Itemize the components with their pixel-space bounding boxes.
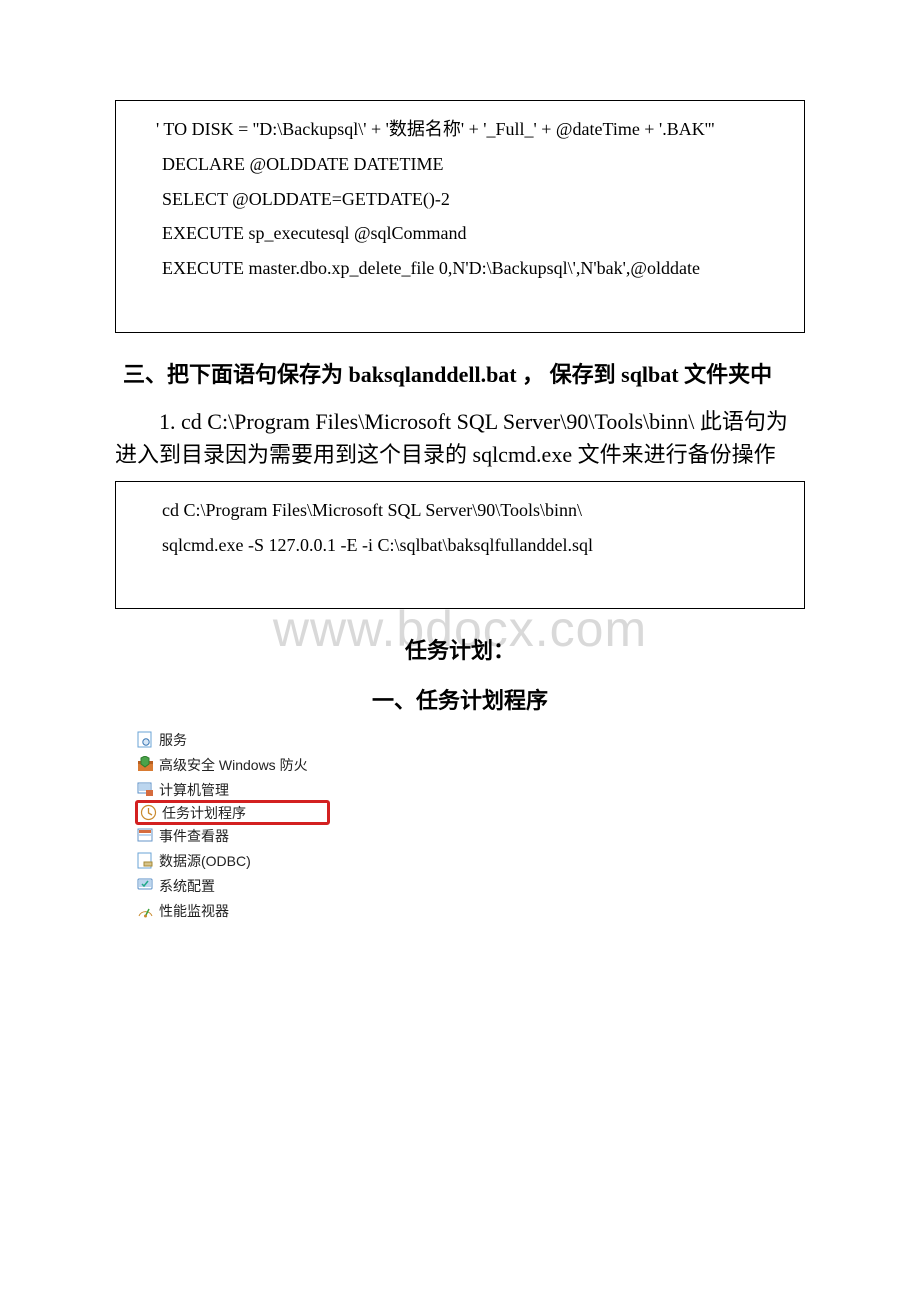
task-plan-label: 任务计划： [115, 633, 805, 665]
code-line: SELECT @OLDDATE=GETDATE()-2 [126, 185, 794, 214]
firewall-icon [137, 756, 154, 773]
menu-item-perf-monitor[interactable]: 性能监视器 [135, 898, 330, 923]
section-title-text: 三、把下面语句保存为 baksqlanddell.bat ， 保存到 sqlba… [123, 362, 772, 387]
code-line: ' TO DISK = ''D:\Backupsql\' + '数据名称' + … [126, 115, 794, 144]
code-line: sqlcmd.exe -S 127.0.0.1 -E -i C:\sqlbat\… [126, 531, 794, 560]
menu-item-firewall[interactable]: 高级安全 Windows 防火 [135, 752, 330, 777]
code-line [126, 289, 794, 318]
code-text: DECLARE @OLDDATE DATETIME [162, 154, 444, 174]
code-box-sql: ' TO DISK = ''D:\Backupsql\' + '数据名称' + … [115, 100, 805, 333]
menu-label: 数据源(ODBC) [159, 851, 251, 871]
menu-label: 系统配置 [159, 876, 215, 896]
menu-label: 性能监视器 [159, 901, 229, 921]
computer-icon [137, 781, 154, 798]
code-box-bat: cd C:\Program Files\Microsoft SQL Server… [115, 481, 805, 609]
task-plan-section-1: 一、任务计划程序 [115, 683, 805, 715]
code-line: EXECUTE sp_executesql @sqlCommand [126, 219, 794, 248]
menu-item-odbc[interactable]: 数据源(ODBC) [135, 848, 330, 873]
code-text: cd C:\Program Files\Microsoft SQL Server… [162, 500, 582, 520]
code-text: EXECUTE sp_executesql @sqlCommand [162, 223, 467, 243]
code-text: EXECUTE master.dbo.xp_delete_file 0,N'D:… [162, 258, 700, 278]
code-text: ' TO DISK = ''D:\Backupsql\' + '数据名称' + … [156, 119, 714, 139]
menu-label: 任务计划程序 [162, 803, 246, 823]
menu-item-system-config[interactable]: 系统配置 [135, 873, 330, 898]
menu-label: 服务 [159, 730, 187, 750]
section-3-body: 1. cd C:\Program Files\Microsoft SQL Ser… [115, 405, 805, 471]
database-icon [137, 852, 154, 869]
monitor-check-icon [137, 877, 154, 894]
code-line: cd C:\Program Files\Microsoft SQL Server… [126, 496, 794, 525]
code-line: DECLARE @OLDDATE DATETIME [126, 150, 794, 179]
gear-document-icon [137, 731, 154, 748]
menu-label: 高级安全 Windows 防火 [159, 755, 308, 775]
task-plan-label-text: 任务计划： [405, 638, 515, 663]
code-line [126, 565, 794, 594]
menu-item-computer-mgmt[interactable]: 计算机管理 [135, 777, 330, 802]
menu-item-event-viewer[interactable]: 事件查看器 [135, 823, 330, 848]
code-text: SELECT @OLDDATE=GETDATE()-2 [162, 189, 450, 209]
body-text: 1. cd C:\Program Files\Microsoft SQL Ser… [115, 409, 788, 467]
performance-icon [137, 902, 154, 919]
task-plan-section-text: 一、任务计划程序 [372, 688, 548, 713]
code-line: EXECUTE master.dbo.xp_delete_file 0,N'D:… [126, 254, 794, 283]
menu-label: 事件查看器 [159, 826, 229, 846]
clock-icon [140, 804, 157, 821]
section-3-title: 三、把下面语句保存为 baksqlanddell.bat ， 保存到 sqlba… [123, 357, 805, 389]
menu-item-task-scheduler[interactable]: 任务计划程序 [135, 800, 330, 825]
code-text: sqlcmd.exe -S 127.0.0.1 -E -i C:\sqlbat\… [162, 535, 593, 555]
admin-tools-menu: 服务 高级安全 Windows 防火 计算机管理 任务计划程序 事件查看器 数据… [135, 727, 330, 923]
event-viewer-icon [137, 827, 154, 844]
menu-item-services[interactable]: 服务 [135, 727, 330, 752]
menu-label: 计算机管理 [159, 780, 229, 800]
